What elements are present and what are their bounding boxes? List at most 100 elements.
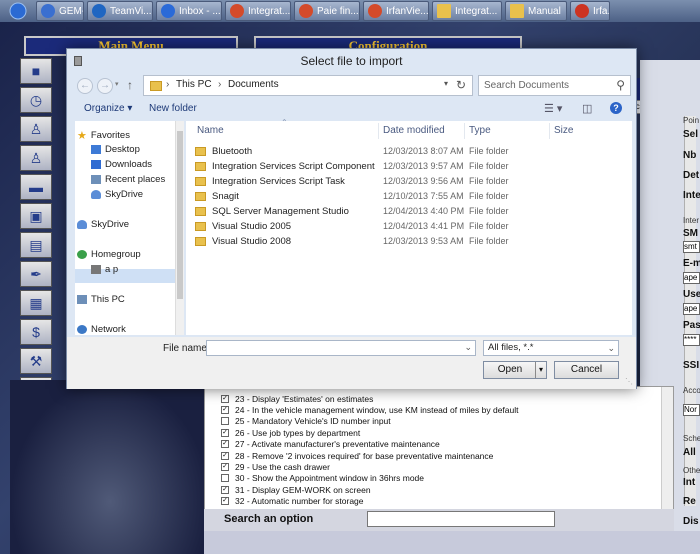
file-row[interactable]: Integration Services Script Task bbox=[195, 174, 345, 188]
preview-pane-icon[interactable]: ◫ bbox=[582, 102, 592, 115]
right-field[interactable]: Nor bbox=[683, 404, 700, 416]
right-field[interactable]: smt bbox=[683, 241, 700, 253]
main-menu-button-6[interactable]: ▣ bbox=[20, 203, 52, 229]
option-row[interactable]: 25 - Mandatory Vehicle's ID number input bbox=[205, 416, 673, 427]
main-menu-button-5[interactable]: ▬ bbox=[20, 174, 52, 200]
nav-item-skydrive-favorite[interactable]: SkyDrive bbox=[91, 189, 143, 200]
option-checkbox[interactable]: ✓ bbox=[221, 440, 229, 449]
option-checkbox[interactable]: ✓ bbox=[221, 497, 229, 506]
breadcrumb-documents[interactable]: Documents bbox=[228, 79, 279, 90]
taskbar-item-irfanview[interactable]: IrfanVie... bbox=[363, 1, 429, 21]
back-button[interactable]: ← bbox=[77, 78, 93, 94]
right-field[interactable]: ape bbox=[683, 303, 700, 315]
right-field[interactable]: ape bbox=[683, 272, 700, 284]
taskbar-item-integrat-chrome[interactable]: Integrat... bbox=[225, 1, 291, 21]
taskbar-item-integrat-folder[interactable]: Integrat... bbox=[432, 1, 502, 21]
start-button[interactable] bbox=[0, 0, 36, 22]
taskbar-item-paie[interactable]: Paie fin... bbox=[294, 1, 360, 21]
search-option-input[interactable] bbox=[367, 511, 555, 527]
resize-grip-icon[interactable]: ⋱ bbox=[625, 377, 633, 386]
up-button[interactable]: ↑ bbox=[127, 78, 133, 92]
file-row[interactable]: SQL Server Management Studio bbox=[195, 204, 349, 218]
address-bar[interactable]: › This PC › Documents ▾ ↻ bbox=[143, 75, 473, 96]
file-row[interactable]: Snagit bbox=[195, 189, 239, 203]
option-checkbox[interactable]: ✓ bbox=[221, 463, 229, 472]
taskbar-item-inbox[interactable]: Inbox - ... bbox=[156, 1, 222, 21]
option-row[interactable]: ✓ 24 - In the vehicle management window, … bbox=[205, 404, 673, 415]
main-menu-button-7[interactable]: ▤ bbox=[20, 232, 52, 258]
option-row[interactable]: ✓ 27 - Activate manufacturer's preventati… bbox=[205, 439, 673, 450]
refresh-icon[interactable]: ↻ bbox=[456, 78, 466, 92]
option-checkbox[interactable] bbox=[221, 474, 229, 483]
option-checkbox[interactable]: ✓ bbox=[221, 451, 229, 460]
option-row[interactable]: ✓ 26 - Use job types by department bbox=[205, 427, 673, 438]
nav-item-this-pc[interactable]: This PC bbox=[77, 294, 125, 305]
column-header-date[interactable]: Date modified bbox=[383, 125, 445, 136]
column-header-type[interactable]: Type bbox=[469, 125, 491, 136]
nav-item-skydrive[interactable]: SkyDrive bbox=[77, 219, 129, 230]
file-row[interactable]: Bluetooth bbox=[195, 144, 252, 158]
new-folder-button[interactable]: New folder bbox=[149, 103, 197, 114]
address-dropdown-icon[interactable]: ▾ bbox=[444, 79, 448, 88]
file-name-input[interactable]: ⌄ bbox=[206, 340, 476, 356]
main-menu-button-2[interactable]: ◷ bbox=[20, 87, 52, 113]
file-row[interactable]: Visual Studio 2008 bbox=[195, 234, 291, 248]
right-label: Use bbox=[683, 289, 700, 300]
forward-button[interactable]: → bbox=[97, 78, 113, 94]
main-menu-button-10[interactable]: $ bbox=[20, 319, 52, 345]
chevron-down-icon[interactable]: ⌄ bbox=[464, 342, 472, 353]
open-split-dropdown-icon[interactable]: ▾ bbox=[535, 362, 546, 378]
nav-item-recent-places[interactable]: Recent places bbox=[91, 174, 165, 185]
search-documents-input[interactable]: Search Documents ⚲ bbox=[478, 75, 631, 96]
column-divider[interactable] bbox=[549, 123, 550, 139]
main-menu-button-3[interactable]: ♙ bbox=[20, 116, 52, 142]
nav-item-homegroup[interactable]: Homegroup bbox=[77, 249, 141, 260]
option-row[interactable]: 30 - Show the Appointment window in 36hr… bbox=[205, 473, 673, 484]
column-header-name[interactable]: Name bbox=[197, 125, 224, 136]
nav-item-network[interactable]: Network bbox=[77, 324, 126, 335]
option-checkbox[interactable]: ✓ bbox=[221, 406, 229, 415]
help-icon[interactable]: ? bbox=[610, 102, 622, 114]
option-row[interactable]: ✓ 31 - Display GEM-WORK on screen bbox=[205, 484, 673, 495]
option-checkbox[interactable]: ✓ bbox=[221, 394, 229, 403]
breadcrumb-separator-icon[interactable]: › bbox=[218, 79, 221, 90]
option-row[interactable]: ✓ 29 - Use the cash drawer bbox=[205, 461, 673, 472]
main-menu-button-4[interactable]: ♙ bbox=[20, 145, 52, 171]
nav-scrollbar[interactable] bbox=[175, 121, 184, 335]
file-type-filter[interactable]: All files, *.* ⌄ bbox=[483, 340, 619, 356]
open-button[interactable]: Open ▾ bbox=[483, 361, 547, 379]
option-row[interactable]: ✓ 28 - Remove '2 invoices required' for b… bbox=[205, 450, 673, 461]
main-menu-button-9[interactable]: ▦ bbox=[20, 290, 52, 316]
column-divider[interactable] bbox=[464, 123, 465, 139]
organize-button[interactable]: Organize ▾ bbox=[84, 103, 132, 114]
taskbar-item-gem[interactable]: GEM-C... bbox=[36, 1, 84, 21]
nav-scrollbar-thumb[interactable] bbox=[177, 131, 183, 299]
nav-item-downloads[interactable]: Downloads bbox=[91, 159, 152, 170]
column-divider[interactable] bbox=[378, 123, 379, 139]
taskbar-item-irfa[interactable]: Irfa... bbox=[570, 1, 610, 21]
recent-locations-dropdown[interactable]: ▾ bbox=[115, 80, 119, 88]
option-checkbox[interactable]: ✓ bbox=[221, 485, 229, 494]
nav-item-desktop[interactable]: Desktop bbox=[91, 144, 140, 155]
file-row[interactable]: Visual Studio 2005 bbox=[195, 219, 291, 233]
main-menu-button-8[interactable]: ✒ bbox=[20, 261, 52, 287]
taskbar-item-teamviewer[interactable]: TeamVi... bbox=[87, 1, 153, 21]
right-field[interactable]: **** bbox=[683, 334, 700, 346]
cancel-button[interactable]: Cancel bbox=[554, 361, 619, 379]
option-checkbox[interactable]: ✓ bbox=[221, 428, 229, 437]
options-scrollbar[interactable] bbox=[661, 387, 673, 511]
option-checkbox[interactable] bbox=[221, 417, 229, 426]
taskbar-item-manual[interactable]: Manual bbox=[505, 1, 567, 21]
option-row[interactable]: ✓ 32 - Automatic number for storage bbox=[205, 496, 673, 507]
breadcrumb-this-pc[interactable]: This PC bbox=[176, 79, 212, 90]
nav-item-favorites[interactable]: ★ Favorites bbox=[77, 129, 130, 142]
main-menu-button-1[interactable]: ■ bbox=[20, 58, 52, 84]
column-header-size[interactable]: Size bbox=[554, 125, 573, 136]
breadcrumb-separator-icon[interactable]: › bbox=[166, 79, 169, 90]
main-menu-button-11[interactable]: ⚒ bbox=[20, 348, 52, 374]
nav-item-user[interactable]: a p bbox=[91, 264, 118, 275]
option-row[interactable]: ✓ 23 - Display 'Estimates' on estimates bbox=[205, 393, 673, 404]
file-row[interactable]: Integration Services Script Component bbox=[195, 159, 375, 173]
view-options-icon[interactable]: ☰ ▾ bbox=[544, 102, 562, 115]
right-label: All bbox=[683, 447, 696, 458]
